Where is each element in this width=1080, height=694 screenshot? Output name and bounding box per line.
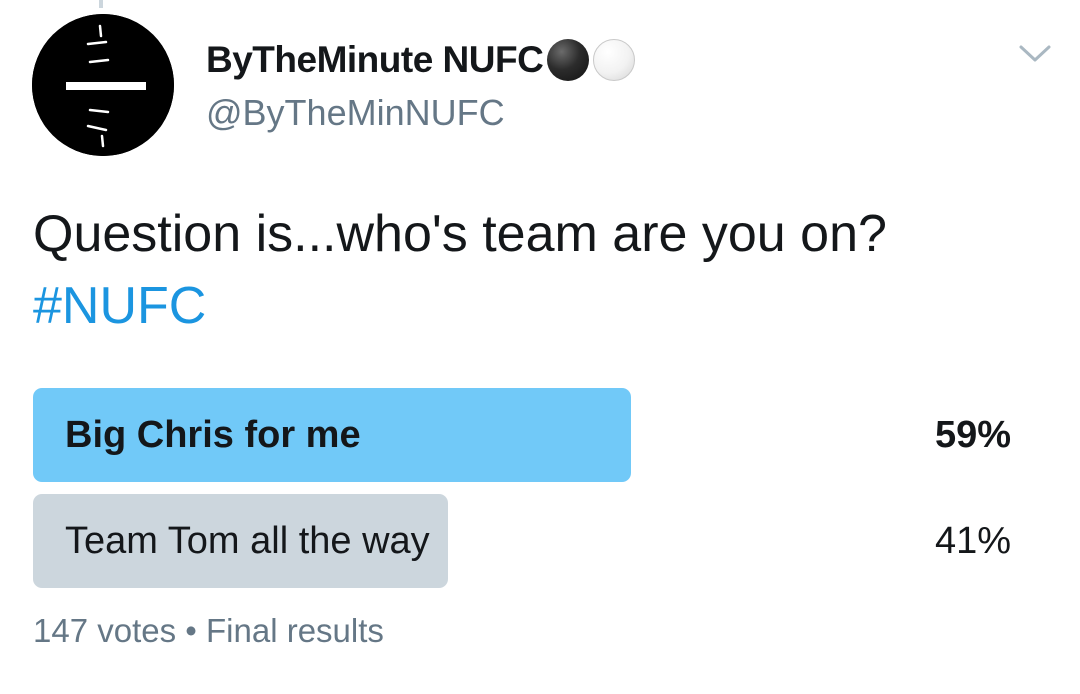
separator-dot: •	[185, 612, 197, 649]
white-circle-icon	[593, 39, 636, 81]
display-name[interactable]: ByTheMinute NUFC	[206, 39, 544, 81]
poll-option: Team Tom all the way 41%	[33, 494, 1013, 588]
poll-option-percent: 59%	[934, 414, 1011, 456]
poll-option-label: Team Tom all the way	[65, 520, 430, 562]
poll-footer: 147 votes • Final results	[33, 612, 384, 650]
poll-option-percent: 41%	[934, 520, 1011, 562]
poll-option-label: Big Chris for me	[65, 414, 361, 456]
poll-option: Big Chris for me 59%	[33, 388, 1013, 482]
tweet-body: Question is...who's team are you on?	[33, 205, 887, 263]
chevron-down-icon[interactable]	[1018, 42, 1052, 66]
tweet-text: Question is...who's team are you on? #NU…	[33, 198, 1043, 342]
black-circle-icon	[547, 39, 590, 81]
hashtag-link[interactable]: #NUFC	[33, 270, 1043, 342]
author-info[interactable]: ByTheMinute NUFC @ByTheMinNUFC	[206, 36, 636, 134]
vote-count: 147 votes	[33, 612, 177, 649]
display-name-row: ByTheMinute NUFC	[206, 36, 636, 84]
thread-connector-line	[99, 0, 103, 8]
poll-status: Final results	[206, 612, 384, 649]
stopwatch-logo	[32, 14, 174, 156]
avatar[interactable]	[32, 14, 174, 156]
username-handle[interactable]: @ByTheMinNUFC	[206, 92, 635, 134]
